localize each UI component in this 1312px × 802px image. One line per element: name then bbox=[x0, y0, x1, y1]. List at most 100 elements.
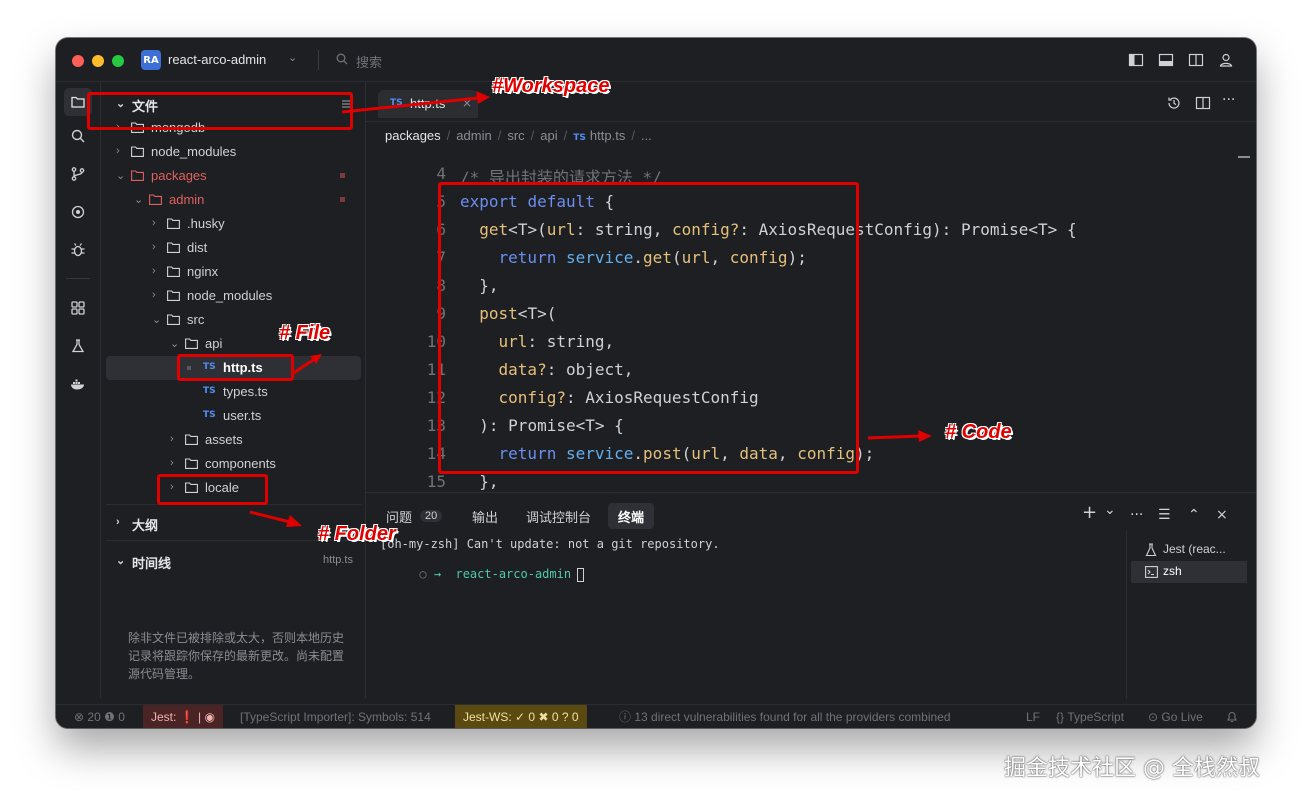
source-control-icon[interactable] bbox=[64, 160, 92, 188]
tree-file-types-ts[interactable]: TS types.ts bbox=[106, 380, 361, 404]
tab-label: 输出 bbox=[472, 509, 499, 525]
tree-folder-husky[interactable]: › .husky bbox=[106, 212, 361, 236]
tree-folder-nginx[interactable]: › nginx bbox=[106, 260, 361, 284]
split-view-icon[interactable] bbox=[1188, 52, 1204, 68]
status-bar: ⊗ 20 ❶ 0 Jest: ❗ | ◉ [TypeScript Importe… bbox=[56, 704, 1256, 728]
terminal-icon bbox=[1145, 566, 1158, 578]
problems-count-badge: 20 bbox=[420, 510, 443, 522]
toggle-sidebar-icon[interactable] bbox=[1128, 52, 1144, 68]
folder-icon bbox=[167, 290, 180, 301]
debug-icon[interactable] bbox=[64, 236, 92, 264]
chevron-right-icon: › bbox=[170, 433, 174, 445]
panel-layout-icon[interactable]: ☰ bbox=[1158, 507, 1171, 523]
fail-count: 0 bbox=[551, 709, 559, 724]
tree-folder-assets[interactable]: › assets bbox=[106, 428, 361, 452]
go-live-label: Go Live bbox=[1161, 709, 1203, 724]
annotation-label-workspace: #Workspace bbox=[492, 75, 610, 97]
activity-bar bbox=[56, 82, 101, 698]
close-window-button[interactable] bbox=[72, 55, 84, 67]
chevron-down-icon: ⌄ bbox=[116, 555, 126, 567]
tree-folder-node-modules[interactable]: › node_modules bbox=[106, 140, 361, 164]
pass-icon: ✓ bbox=[515, 709, 526, 724]
annotation-box-workspace bbox=[87, 92, 353, 130]
search-input[interactable]: 搜索 bbox=[356, 52, 382, 71]
chevron-down-icon[interactable]: ⌄ bbox=[1104, 502, 1116, 518]
more-actions-icon[interactable]: ··· bbox=[1130, 507, 1143, 523]
chevron-down-icon[interactable]: ⌄ bbox=[288, 51, 297, 64]
tree-file-user-ts[interactable]: TS user.ts bbox=[106, 404, 361, 428]
eol-status[interactable]: LF bbox=[1026, 705, 1040, 728]
docker-icon[interactable] bbox=[64, 370, 92, 398]
terminal-output-line: [oh-my-zsh] Can't update: not a git repo… bbox=[380, 537, 720, 551]
line-number: 13 bbox=[426, 416, 446, 435]
testing-icon[interactable] bbox=[64, 332, 92, 360]
tab-output[interactable]: 输出 bbox=[462, 503, 508, 529]
chevron-right-icon: › bbox=[152, 217, 156, 229]
bell-icon[interactable] bbox=[1226, 705, 1238, 728]
chevron-right-icon: › bbox=[152, 265, 156, 277]
problems-status[interactable]: ⊗ 20 ❶ 0 bbox=[74, 705, 125, 728]
folder-open-icon bbox=[185, 338, 198, 349]
unknown-icon: ? bbox=[561, 709, 569, 724]
folder-icon bbox=[185, 434, 198, 445]
workspace-badge[interactable]: RA bbox=[141, 50, 161, 70]
annotation-box-folder bbox=[157, 474, 268, 505]
tree-folder-packages[interactable]: ⌄ packages bbox=[106, 164, 361, 188]
maximize-window-button[interactable] bbox=[112, 55, 124, 67]
chevron-right-icon: › bbox=[116, 516, 120, 528]
tree-folder-dist[interactable]: › dist bbox=[106, 236, 361, 260]
extensions-icon[interactable] bbox=[64, 294, 92, 322]
maximize-panel-icon[interactable]: ⌃ bbox=[1188, 507, 1200, 523]
add-terminal-icon[interactable]: + bbox=[1082, 502, 1097, 523]
close-panel-icon[interactable]: × bbox=[1216, 507, 1228, 523]
vulnerabilities-text: 13 direct vulnerabilities found for all … bbox=[634, 709, 951, 724]
tree-label: user.ts bbox=[223, 408, 262, 423]
tree-folder-node-modules-admin[interactable]: › node_modules bbox=[106, 284, 361, 308]
line-number: 7 bbox=[436, 248, 446, 267]
tree-label: src bbox=[187, 312, 205, 327]
tree-label: nginx bbox=[187, 264, 219, 279]
folder-icon bbox=[167, 218, 180, 229]
terminal-item-zsh[interactable]: zsh bbox=[1131, 561, 1247, 583]
tree-folder-admin[interactable]: ⌄ admin bbox=[106, 188, 361, 212]
tree-label: components bbox=[205, 456, 276, 471]
language-status[interactable]: {} TypeScript bbox=[1056, 705, 1124, 728]
terminal-list: Jest (reac... zsh bbox=[1126, 531, 1256, 699]
workspace-name[interactable]: react-arco-admin bbox=[168, 52, 266, 67]
minimize-window-button[interactable] bbox=[92, 55, 104, 67]
tab-terminal[interactable]: 终端 bbox=[608, 503, 655, 529]
vulnerabilities-status[interactable]: ⓘ 13 direct vulnerabilities found for al… bbox=[619, 705, 951, 728]
unknown-count: 0 bbox=[571, 709, 579, 724]
folder-icon bbox=[167, 242, 180, 253]
go-live-button[interactable]: ⊙ Go Live bbox=[1148, 705, 1203, 728]
eye-icon: ◉ bbox=[204, 709, 215, 724]
ts-importer-status[interactable]: [TypeScript Importer]: Symbols: 514 bbox=[240, 705, 431, 728]
toggle-panel-icon[interactable] bbox=[1158, 52, 1174, 68]
folder-open-icon bbox=[131, 170, 144, 181]
jest-status[interactable]: Jest: ❗ | ◉ bbox=[143, 705, 223, 728]
braces-icon: {} bbox=[1056, 709, 1065, 724]
search-icon[interactable] bbox=[336, 53, 348, 65]
jest-ws-status[interactable]: Jest-WS: ✓ 0 ✖ 0 ? 0 bbox=[455, 705, 587, 728]
chevron-down-icon: ⌄ bbox=[170, 338, 180, 350]
fail-icon: ✖ bbox=[538, 709, 549, 724]
account-icon[interactable] bbox=[1218, 52, 1234, 68]
terminal-item-jest[interactable]: Jest (reac... bbox=[1131, 539, 1247, 561]
title-bar: RA react-arco-admin ⌄ 搜索 bbox=[56, 38, 1256, 82]
line-number: 8 bbox=[436, 276, 446, 295]
tree-folder-components[interactable]: › components bbox=[106, 452, 361, 476]
annotation-arrow-code bbox=[867, 430, 932, 442]
code-text: }, bbox=[460, 472, 499, 491]
terminal-item-label: Jest (reac... bbox=[1163, 542, 1226, 556]
timeline-file-label: http.ts bbox=[323, 554, 353, 566]
error-icon: ⊗ bbox=[74, 709, 85, 724]
line-number: 11 bbox=[426, 360, 446, 379]
flask-icon bbox=[1145, 543, 1157, 557]
terminal-prompt-line[interactable]: ○ → react-arco-admin bbox=[376, 553, 585, 596]
remote-icon[interactable] bbox=[64, 198, 92, 226]
tab-debug-console[interactable]: 调试控制台 bbox=[516, 503, 601, 529]
chevron-down-icon: ⌄ bbox=[152, 314, 162, 326]
timeline-section-header[interactable]: ⌄ 时间线 http.ts bbox=[106, 549, 361, 573]
jest-label: Jest: bbox=[151, 709, 177, 724]
modified-indicator bbox=[340, 197, 345, 202]
